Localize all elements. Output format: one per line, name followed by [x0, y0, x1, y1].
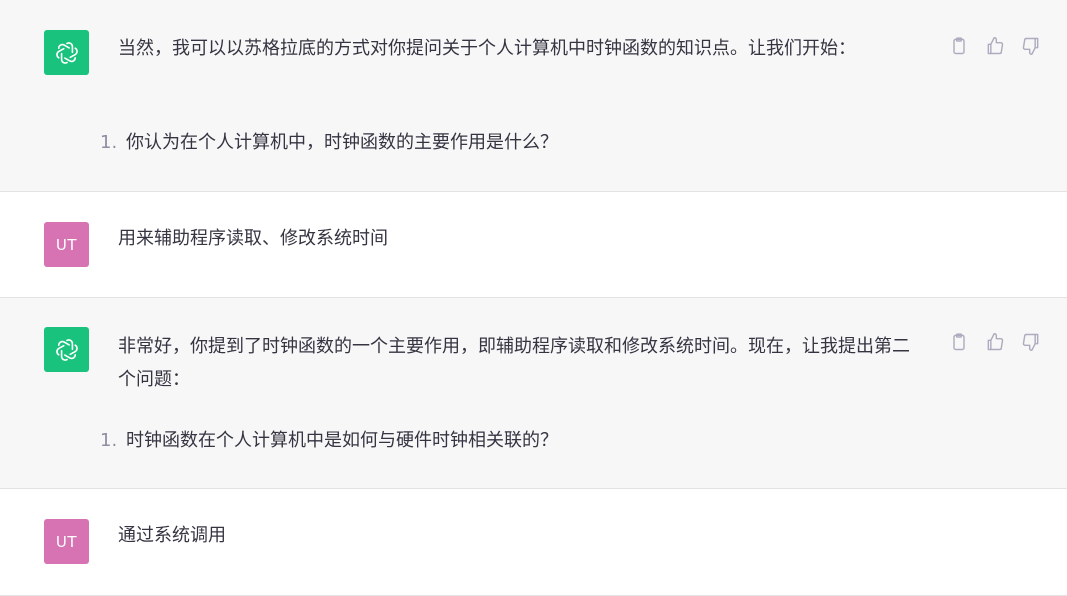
dislike-button[interactable]: [1020, 331, 1042, 353]
list-item-text: 你认为在个人计算机中，时钟函数的主要作用是什么？: [126, 132, 558, 153]
message-text: 用来辅助程序读取、修改系统时间: [118, 228, 388, 249]
user-avatar: UT: [44, 222, 89, 267]
list-item: 1. 时钟函数在个人计算机中是如何与硬件时钟相关联的？: [100, 426, 558, 456]
user-message: UT 用来辅助程序读取、修改系统时间: [0, 192, 1067, 298]
list-item-text: 时钟函数在个人计算机中是如何与硬件时钟相关联的？: [126, 430, 558, 451]
assistant-message: 当然，我可以以苏格拉底的方式对你提问关于个人计算机中时钟函数的知识点。让我们开始…: [0, 0, 1067, 192]
openai-logo-icon: [55, 41, 78, 64]
thumbs-down-icon: [1022, 37, 1039, 56]
like-button[interactable]: [984, 331, 1006, 353]
copy-button[interactable]: [948, 35, 970, 57]
list-number: 1.: [100, 430, 118, 451]
message-actions: [948, 35, 1042, 57]
user-avatar: UT: [44, 519, 89, 564]
message-text: 非常好，你提到了时钟函数的一个主要作用，即辅助程序读取和修改系统时间。现在，让我…: [118, 336, 910, 390]
thumbs-up-icon: [987, 36, 1004, 55]
message-actions: [948, 331, 1042, 353]
list-number: 1.: [100, 132, 118, 153]
assistant-avatar: [44, 327, 89, 372]
thumbs-down-icon: [1022, 333, 1039, 352]
message-text: 当然，我可以以苏格拉底的方式对你提问关于个人计算机中时钟函数的知识点。让我们开始…: [118, 38, 856, 59]
message-text: 通过系统调用: [118, 525, 226, 546]
list-item: 1. 你认为在个人计算机中，时钟函数的主要作用是什么？: [100, 128, 558, 158]
assistant-message: 非常好，你提到了时钟函数的一个主要作用，即辅助程序读取和修改系统时间。现在，让我…: [0, 298, 1067, 489]
copy-button[interactable]: [948, 331, 970, 353]
dislike-button[interactable]: [1020, 35, 1042, 57]
assistant-avatar: [44, 30, 89, 75]
user-message: UT 通过系统调用: [0, 489, 1067, 596]
clipboard-icon: [953, 333, 965, 351]
like-button[interactable]: [984, 35, 1006, 57]
thumbs-up-icon: [987, 332, 1004, 351]
clipboard-icon: [953, 37, 965, 55]
openai-logo-icon: [55, 338, 78, 361]
